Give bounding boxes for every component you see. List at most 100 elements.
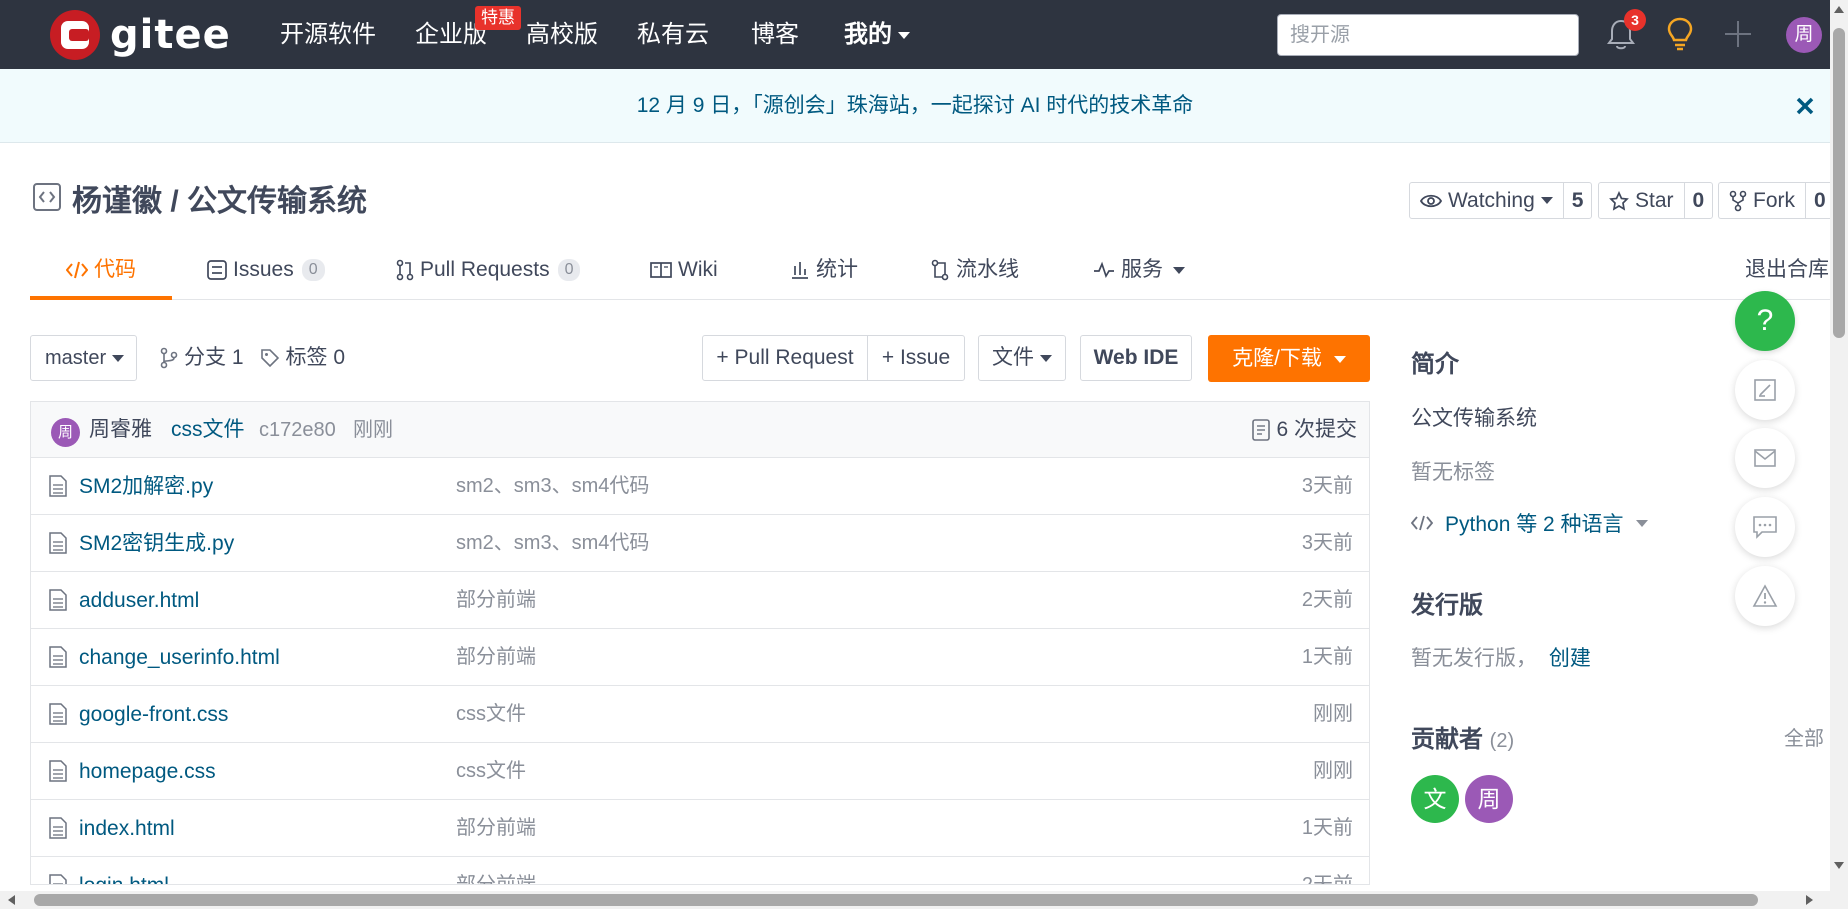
file-row[interactable]: SM2加解密.py sm2、sm3、sm4代码 3天前	[31, 458, 1369, 515]
contributor-avatar[interactable]: 周	[1465, 775, 1513, 823]
file-row[interactable]: adduser.html 部分前端 2天前	[31, 572, 1369, 629]
create-release-link[interactable]: 创建	[1549, 647, 1591, 670]
nav-item-enterprise[interactable]: 企业版 特惠	[415, 0, 521, 69]
watch-button[interactable]: Watching 5	[1409, 182, 1593, 219]
search-input[interactable]: 搜开源	[1277, 14, 1579, 56]
nav-item-private-cloud[interactable]: 私有云	[637, 0, 709, 69]
commit-count-link[interactable]: 6 次提交	[1252, 402, 1357, 458]
file-row[interactable]: homepage.css css文件 刚刚	[31, 743, 1369, 800]
clone-download-button[interactable]: 克隆/下载	[1208, 335, 1370, 382]
tab-code[interactable]: 代码	[66, 240, 136, 300]
nav-item-education[interactable]: 高校版	[526, 0, 598, 69]
new-issue-button[interactable]: + Issue	[867, 335, 965, 381]
issues-count: 0	[301, 259, 325, 281]
feedback-button[interactable]	[1735, 360, 1795, 420]
file-commit-message[interactable]: sm2、sm3、sm4代码	[456, 458, 649, 515]
commit-message[interactable]: css文件	[171, 402, 245, 458]
file-commit-message[interactable]: sm2、sm3、sm4代码	[456, 515, 649, 572]
commit-author-avatar[interactable]: 周	[51, 418, 80, 447]
file-name-link[interactable]: index.html	[79, 800, 175, 857]
scroll-left-arrow[interactable]	[8, 895, 15, 905]
nav-item-mine[interactable]: 我的	[844, 0, 910, 69]
file-row[interactable]: google-front.css css文件 刚刚	[31, 686, 1369, 743]
file-list: 周 周睿雅 css文件 c172e80 刚刚 6 次提交 SM2加解密.py sm…	[30, 401, 1370, 885]
file-name-link[interactable]: change_userinfo.html	[79, 629, 280, 686]
file-name-link[interactable]: SM2密钥生成.py	[79, 515, 234, 572]
tab-issues[interactable]: Issues 0	[207, 240, 325, 300]
fork-label: Fork	[1753, 188, 1795, 212]
message-button[interactable]	[1735, 428, 1795, 488]
watch-count[interactable]: 5	[1562, 183, 1592, 218]
tag-icon	[260, 349, 279, 368]
plus-icon[interactable]	[1722, 18, 1754, 50]
file-commit-message[interactable]: css文件	[456, 743, 526, 800]
tab-pull-requests[interactable]: Pull Requests 0	[396, 240, 581, 300]
tab-services[interactable]: 服务	[1093, 240, 1185, 300]
file-commit-message[interactable]: 部分前端	[456, 572, 536, 629]
file-commit-time: 2天前	[1301, 874, 1353, 885]
close-icon[interactable]	[1790, 91, 1820, 121]
file-name-link[interactable]: SM2加解密.py	[79, 458, 213, 515]
user-avatar[interactable]: 周	[1786, 17, 1822, 53]
file-menu-button[interactable]: 文件	[978, 335, 1066, 381]
nav-item-open-source[interactable]: 开源软件	[280, 0, 376, 69]
branch-select[interactable]: master	[30, 335, 137, 381]
scroll-down-arrow[interactable]	[1834, 862, 1844, 869]
gitee-logo-icon	[50, 10, 100, 60]
logo-text: gitee	[110, 12, 231, 58]
file-icon	[49, 760, 67, 782]
file-name-link[interactable]: homepage.css	[79, 743, 216, 800]
fork-button[interactable]: Fork 0	[1718, 182, 1834, 219]
file-row[interactable]: index.html 部分前端 1天前	[31, 800, 1369, 857]
notification-badge: 3	[1624, 9, 1646, 31]
commit-hash[interactable]: c172e80	[259, 402, 336, 458]
chat-button[interactable]	[1735, 497, 1795, 557]
tab-label: Wiki	[678, 258, 718, 281]
chat-icon	[1753, 516, 1777, 539]
file-commit-message[interactable]: 部分前端	[456, 629, 536, 686]
file-row[interactable]: change_userinfo.html 部分前端 1天前	[31, 629, 1369, 686]
web-ide-button[interactable]: Web IDE	[1080, 335, 1192, 381]
scroll-up-arrow[interactable]	[1834, 6, 1844, 13]
branch-tag-summary: 分支 1 标签 0	[160, 335, 345, 381]
file-commit-message[interactable]: css文件	[456, 686, 526, 743]
star-button[interactable]: Star 0	[1598, 182, 1714, 219]
tab-label: 流水线	[956, 258, 1019, 281]
languages-dropdown[interactable]: Python 等 2 种语言	[1411, 508, 1648, 538]
banner-text[interactable]: 12 月 9 日，「源创会」珠海站，一起探讨 AI 时代的技术革命	[0, 69, 1830, 143]
tab-stats[interactable]: 统计	[790, 240, 858, 300]
report-button[interactable]	[1735, 566, 1795, 626]
repo-code-icon	[33, 183, 61, 211]
tab-wiki[interactable]: Wiki	[650, 240, 718, 300]
tab-label: Issues	[233, 258, 294, 281]
gitee-logo[interactable]: gitee	[50, 10, 231, 60]
nav-item-blog[interactable]: 博客	[751, 0, 799, 69]
all-contributors-link[interactable]: 全部	[1784, 722, 1824, 751]
pipeline-icon	[931, 259, 949, 281]
contributors-title: 贡献者 (2)	[1411, 719, 1514, 754]
file-row[interactable]: login.html 部分前端 2天前	[31, 857, 1369, 885]
tab-label: 退出合库	[1745, 258, 1829, 281]
repo-title[interactable]: 杨谨徽 / 公文传输系统	[72, 176, 367, 220]
star-count[interactable]: 0	[1683, 183, 1713, 218]
pulse-icon	[1094, 261, 1114, 279]
commit-author[interactable]: 周睿雅	[89, 402, 152, 458]
file-name-link[interactable]: google-front.css	[79, 686, 228, 743]
file-row[interactable]: SM2密钥生成.py sm2、sm3、sm4代码 3天前	[31, 515, 1369, 572]
file-commit-message[interactable]: 部分前端	[456, 857, 536, 884]
scroll-right-arrow[interactable]	[1806, 895, 1813, 905]
tags-link[interactable]: 标签 0	[286, 335, 346, 381]
new-pull-request-button[interactable]: + Pull Request	[702, 335, 868, 381]
file-name-link[interactable]: login.html	[79, 857, 169, 884]
pull-request-icon	[396, 259, 414, 281]
tab-label: 服务	[1121, 258, 1163, 281]
branches-link[interactable]: 分支 1	[184, 335, 244, 381]
file-commit-message[interactable]: 部分前端	[456, 800, 536, 857]
vertical-scroll-thumb[interactable]	[1833, 28, 1845, 338]
lightbulb-icon[interactable]	[1664, 16, 1696, 52]
contributor-avatar[interactable]: 文	[1411, 775, 1459, 823]
help-button[interactable]: ?	[1735, 291, 1795, 351]
horizontal-scroll-thumb[interactable]	[34, 894, 1758, 906]
tab-pipeline[interactable]: 流水线	[930, 240, 1019, 300]
file-name-link[interactable]: adduser.html	[79, 572, 199, 629]
